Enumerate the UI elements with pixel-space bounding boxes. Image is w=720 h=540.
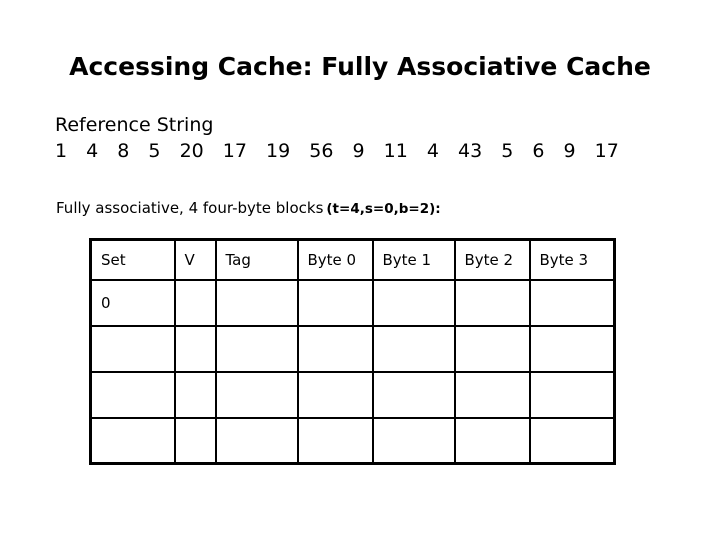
table-header-row: Set V Tag Byte 0 Byte 1 Byte 2 Byte 3 [89,238,616,281]
cell-byte-3[interactable] [528,324,616,373]
cell-set[interactable] [89,416,176,465]
reference-value: 17 [594,140,619,162]
cell-byte-2[interactable] [453,324,531,373]
cell-byte-0[interactable] [296,416,374,465]
cell-tag[interactable] [214,324,299,373]
reference-value: 17 [222,140,247,162]
cell-byte-3[interactable] [528,278,616,327]
table-row [89,370,616,419]
table-row [89,324,616,373]
cell-byte-0[interactable] [296,324,374,373]
cell-set[interactable] [89,370,176,419]
cell-byte-1[interactable] [371,416,456,465]
cell-byte-2[interactable] [453,370,531,419]
cell-valid[interactable] [173,324,217,373]
reference-value: 5 [148,140,161,162]
cell-byte-1[interactable] [371,370,456,419]
cell-byte-2[interactable] [453,416,531,465]
column-header-valid: V [173,238,217,281]
cell-byte-1[interactable] [371,278,456,327]
cell-byte-3[interactable] [528,416,616,465]
reference-string-label: Reference String [55,114,214,136]
cache-config-parameters: (t=4,s=0,b=2): [326,201,441,217]
reference-value: 1 [55,140,68,162]
cell-byte-0[interactable] [296,370,374,419]
cache-config-caption: Fully associative, 4 four-byte blocks (t=… [56,199,441,219]
page-title: Accessing Cache: Fully Associative Cache [69,52,651,81]
cell-byte-2[interactable] [453,278,531,327]
cell-set[interactable]: 0 [89,278,176,327]
column-header-byte-3: Byte 3 [528,238,616,281]
reference-value: 19 [266,140,291,162]
cell-byte-0[interactable] [296,278,374,327]
column-header-byte-0: Byte 0 [296,238,374,281]
reference-value: 4 [86,140,99,162]
cell-valid[interactable] [173,370,217,419]
reference-value: 6 [532,140,545,162]
reference-value: 11 [383,140,408,162]
reference-value: 8 [117,140,130,162]
cache-config-description: Fully associative, 4 four-byte blocks [56,199,324,217]
cell-set[interactable] [89,324,176,373]
table-row: 0 [89,278,616,327]
reference-value: 9 [352,140,365,162]
cell-valid[interactable] [173,416,217,465]
cell-tag[interactable] [214,416,299,465]
cell-byte-1[interactable] [371,324,456,373]
column-header-set: Set [89,238,176,281]
reference-string-section: Reference String 1 4 8 5 20 17 19 56 9 1… [55,113,695,163]
cache-table: Set V Tag Byte 0 Byte 1 Byte 2 Byte 3 0 [89,238,616,465]
cell-tag[interactable] [214,278,299,327]
reference-value: 43 [458,140,483,162]
reference-string-values: 1 4 8 5 20 17 19 56 9 11 4 43 5 6 9 17 [55,139,695,163]
cell-valid[interactable] [173,278,217,327]
column-header-byte-1: Byte 1 [371,238,456,281]
reference-value: 4 [426,140,439,162]
reference-value: 5 [501,140,514,162]
reference-value: 20 [179,140,204,162]
column-header-byte-2: Byte 2 [453,238,531,281]
reference-value: 9 [563,140,576,162]
cell-byte-3[interactable] [528,370,616,419]
column-header-tag: Tag [214,238,299,281]
table-row [89,416,616,465]
reference-value: 56 [309,140,334,162]
cell-tag[interactable] [214,370,299,419]
